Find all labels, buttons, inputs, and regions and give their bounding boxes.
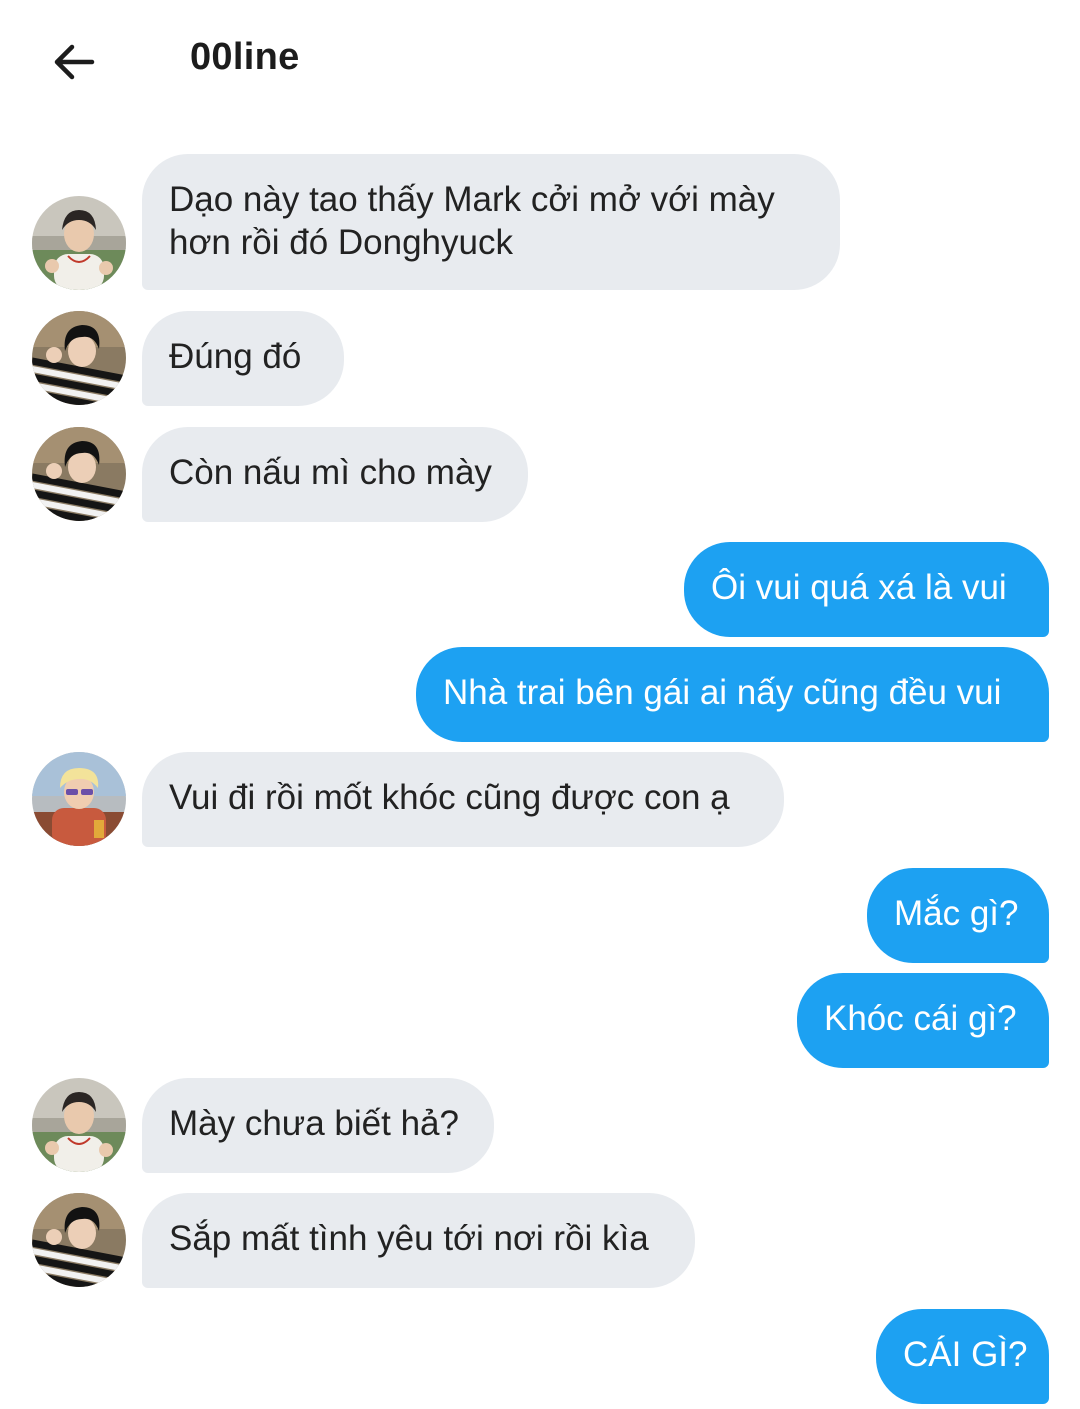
incoming-message[interactable]: Còn nấu mì cho mày — [142, 427, 528, 522]
incoming-message[interactable]: Dạo này tao thấy Mark cởi mở với mày hơn… — [142, 154, 840, 290]
incoming-message[interactable]: Sắp mất tình yêu tới nơi rồi kìa — [142, 1193, 695, 1288]
incoming-message[interactable]: Vui đi rồi mốt khóc cũng được con ạ — [142, 752, 784, 847]
outgoing-message[interactable]: Khóc cái gì? — [797, 973, 1049, 1068]
incoming-message[interactable]: Mày chưa biết hả? — [142, 1078, 494, 1173]
back-button[interactable] — [46, 34, 102, 90]
outgoing-message[interactable]: Nhà trai bên gái ai nấy cũng đều vui — [416, 647, 1049, 742]
avatar[interactable] — [32, 752, 126, 846]
chat-header: 00line — [0, 0, 1080, 122]
avatar[interactable] — [32, 427, 126, 521]
avatar[interactable] — [32, 311, 126, 405]
avatar[interactable] — [32, 196, 126, 290]
avatar[interactable] — [32, 1078, 126, 1172]
incoming-message[interactable]: Đúng đó — [142, 311, 344, 406]
outgoing-message[interactable]: CÁI GÌ? — [876, 1309, 1049, 1404]
outgoing-message[interactable]: Mắc gì? — [867, 868, 1049, 963]
chat-title: 00line — [190, 36, 300, 78]
arrow-left-icon — [54, 44, 95, 80]
avatar[interactable] — [32, 1193, 126, 1287]
outgoing-message[interactable]: Ôi vui quá xá là vui — [684, 542, 1049, 637]
